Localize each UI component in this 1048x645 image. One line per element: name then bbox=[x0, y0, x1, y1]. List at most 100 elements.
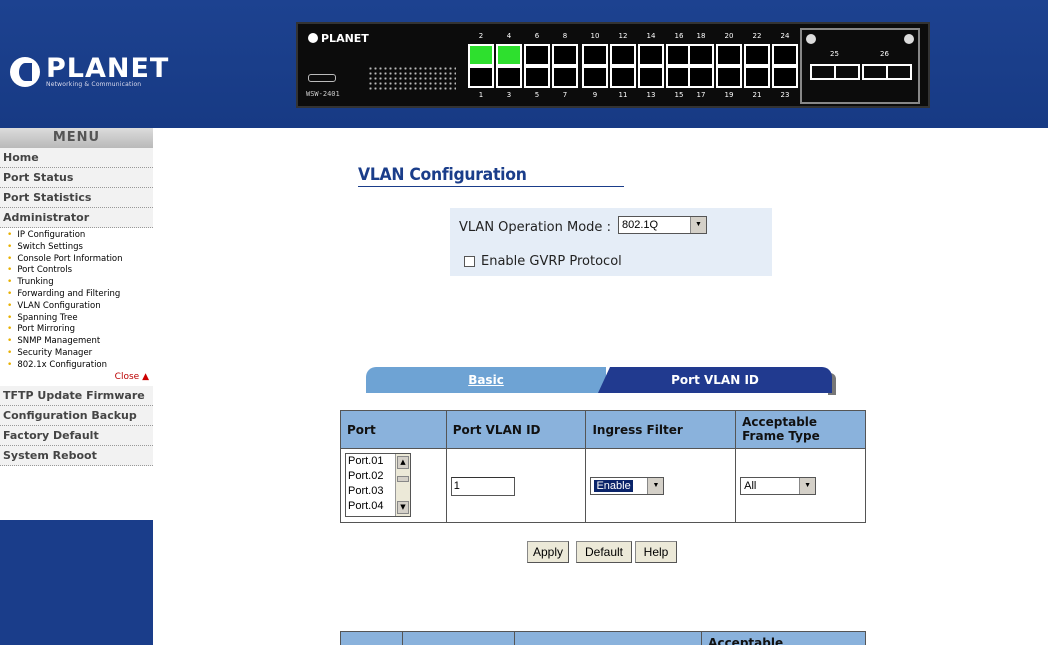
port-24[interactable] bbox=[772, 44, 798, 66]
submenu-item[interactable]: 802.1x Configuration bbox=[0, 360, 153, 372]
pvid-input[interactable]: 1 bbox=[450, 477, 515, 496]
port-10[interactable] bbox=[582, 44, 608, 66]
vlan-mode-label: VLAN Operation Mode : bbox=[459, 220, 611, 235]
sfp-slots: 25 26 bbox=[800, 28, 920, 104]
port-12[interactable] bbox=[610, 44, 636, 66]
port-7[interactable] bbox=[552, 66, 578, 88]
sidebar-item-system-reboot[interactable]: System Reboot bbox=[0, 445, 153, 466]
sidebar-item-port-statistics[interactable]: Port Statistics bbox=[0, 188, 153, 208]
port-13[interactable] bbox=[638, 66, 664, 88]
sidebar-item-tftp-update[interactable]: TFTP Update Firmware bbox=[0, 385, 153, 406]
port-number-label: 4 bbox=[506, 32, 512, 40]
tab-port-vlan-id[interactable]: Port VLAN ID bbox=[598, 367, 832, 393]
apply-button[interactable]: Apply bbox=[527, 541, 569, 563]
port-22[interactable] bbox=[744, 44, 770, 66]
port-number-label: 17 bbox=[696, 91, 706, 99]
planet-logo[interactable]: PLANET Networking & Communication bbox=[10, 55, 169, 88]
listbox-scrollbar[interactable]: ▲ ▼ bbox=[395, 454, 410, 516]
port-21[interactable] bbox=[744, 66, 770, 88]
port-2[interactable] bbox=[468, 44, 494, 66]
port-19[interactable] bbox=[716, 66, 742, 88]
submenu-item[interactable]: SNMP Management bbox=[0, 336, 153, 348]
port-4[interactable] bbox=[496, 44, 522, 66]
port-number-label: 19 bbox=[724, 91, 734, 99]
vlan-mode-panel: VLAN Operation Mode : 802.1Q ▼ Enable GV… bbox=[450, 208, 772, 276]
close-submenu[interactable]: Close ▲ bbox=[0, 372, 153, 386]
arrow-up-icon: ▲ bbox=[142, 371, 149, 382]
port-17[interactable] bbox=[688, 66, 714, 88]
ingress-filter-select[interactable]: Enable ▼ bbox=[590, 477, 665, 495]
scroll-thumb[interactable] bbox=[397, 476, 409, 482]
port-number-label: 2 bbox=[478, 32, 484, 40]
vlan-mode-select[interactable]: 802.1Q ▼ bbox=[618, 216, 707, 234]
tab-basic[interactable]: Basic bbox=[366, 367, 606, 393]
port-6[interactable] bbox=[524, 44, 550, 66]
port-number-label: 23 bbox=[780, 91, 790, 99]
port-14[interactable] bbox=[638, 44, 664, 66]
gvrp-label: Enable GVRP Protocol bbox=[481, 254, 622, 269]
submenu-item[interactable]: IP Configuration bbox=[0, 230, 153, 242]
help-button[interactable]: Help bbox=[635, 541, 677, 563]
close-label: Close bbox=[114, 371, 140, 382]
planet-logo-icon bbox=[10, 56, 40, 87]
submenu-item[interactable]: Port Mirroring bbox=[0, 324, 153, 336]
submenu-item[interactable]: Switch Settings bbox=[0, 242, 153, 254]
tab-bar: Basic Port VLAN ID bbox=[366, 367, 838, 395]
port-9[interactable] bbox=[582, 66, 608, 88]
ingress-cell: Enable ▼ bbox=[585, 448, 737, 523]
port-number-label: 14 bbox=[646, 32, 656, 40]
console-port-icon bbox=[308, 74, 336, 82]
tab-basic-label: Basic bbox=[468, 373, 504, 387]
submenu-item[interactable]: VLAN Configuration bbox=[0, 301, 153, 313]
col-header-frame-type-2: Acceptable bbox=[701, 631, 866, 645]
sfp-label: 26 bbox=[880, 50, 889, 58]
scroll-down-icon[interactable]: ▼ bbox=[397, 501, 409, 514]
submenu-item[interactable]: Security Manager bbox=[0, 348, 153, 360]
col-header-blank bbox=[513, 631, 703, 645]
sidebar-item-administrator[interactable]: Administrator bbox=[0, 208, 153, 228]
submenu-item[interactable]: Trunking bbox=[0, 277, 153, 289]
submenu-item[interactable]: Forwarding and Filtering bbox=[0, 289, 153, 301]
sfp-slot[interactable] bbox=[810, 64, 836, 80]
sidebar-menu: MENU Home Port Status Port Statistics Ad… bbox=[0, 128, 153, 645]
frame-type-select[interactable]: All ▼ bbox=[740, 477, 817, 495]
port-listbox[interactable]: Port.01 Port.02 Port.03 Port.04 ▲ ▼ bbox=[345, 453, 411, 517]
port-number-label: 8 bbox=[562, 32, 568, 40]
port-1[interactable] bbox=[468, 66, 494, 88]
port-number-label: 5 bbox=[534, 91, 540, 99]
port-cell: Port.01 Port.02 Port.03 Port.04 ▲ ▼ bbox=[340, 448, 447, 523]
submenu-item[interactable]: Console Port Information bbox=[0, 254, 153, 266]
chevron-down-icon: ▼ bbox=[799, 478, 816, 494]
port-18[interactable] bbox=[688, 44, 714, 66]
second-table: Acceptable bbox=[340, 631, 866, 645]
port-number-label: 11 bbox=[618, 91, 628, 99]
scroll-up-icon[interactable]: ▲ bbox=[397, 456, 409, 469]
sidebar-item-home[interactable]: Home bbox=[0, 148, 153, 168]
gvrp-checkbox[interactable] bbox=[464, 256, 475, 267]
port-3[interactable] bbox=[496, 66, 522, 88]
port-8[interactable] bbox=[552, 44, 578, 66]
port-5[interactable] bbox=[524, 66, 550, 88]
sidebar-item-port-status[interactable]: Port Status bbox=[0, 168, 153, 188]
port-number-label: 9 bbox=[592, 91, 598, 99]
default-button[interactable]: Default bbox=[576, 541, 632, 563]
submenu-item[interactable]: Port Controls bbox=[0, 265, 153, 277]
port-number-label: 10 bbox=[590, 32, 600, 40]
port-23[interactable] bbox=[772, 66, 798, 88]
submenu-item[interactable]: Spanning Tree bbox=[0, 313, 153, 325]
sfp-slot[interactable] bbox=[886, 64, 912, 80]
switch-front-panel: PLANET WSW-2401 2 1 4 3 6 5 8 7 10 9 12 11 14 13 16 15 1… bbox=[296, 22, 930, 108]
col-header-port: Port bbox=[340, 410, 447, 449]
port-11[interactable] bbox=[610, 66, 636, 88]
col-header-pvid: Port VLAN ID bbox=[445, 410, 587, 449]
led-grid-icon bbox=[368, 66, 456, 92]
port-20[interactable] bbox=[716, 44, 742, 66]
sidebar-item-config-backup[interactable]: Configuration Backup bbox=[0, 405, 153, 426]
sfp-slot[interactable] bbox=[862, 64, 888, 80]
frame-type-cell: All ▼ bbox=[735, 448, 866, 523]
sidebar-item-factory-default[interactable]: Factory Default bbox=[0, 425, 153, 446]
sfp-slot[interactable] bbox=[834, 64, 860, 80]
port-number-label: 12 bbox=[618, 32, 628, 40]
logo-name: PLANET bbox=[46, 53, 170, 84]
gvrp-option[interactable]: Enable GVRP Protocol bbox=[464, 254, 622, 269]
